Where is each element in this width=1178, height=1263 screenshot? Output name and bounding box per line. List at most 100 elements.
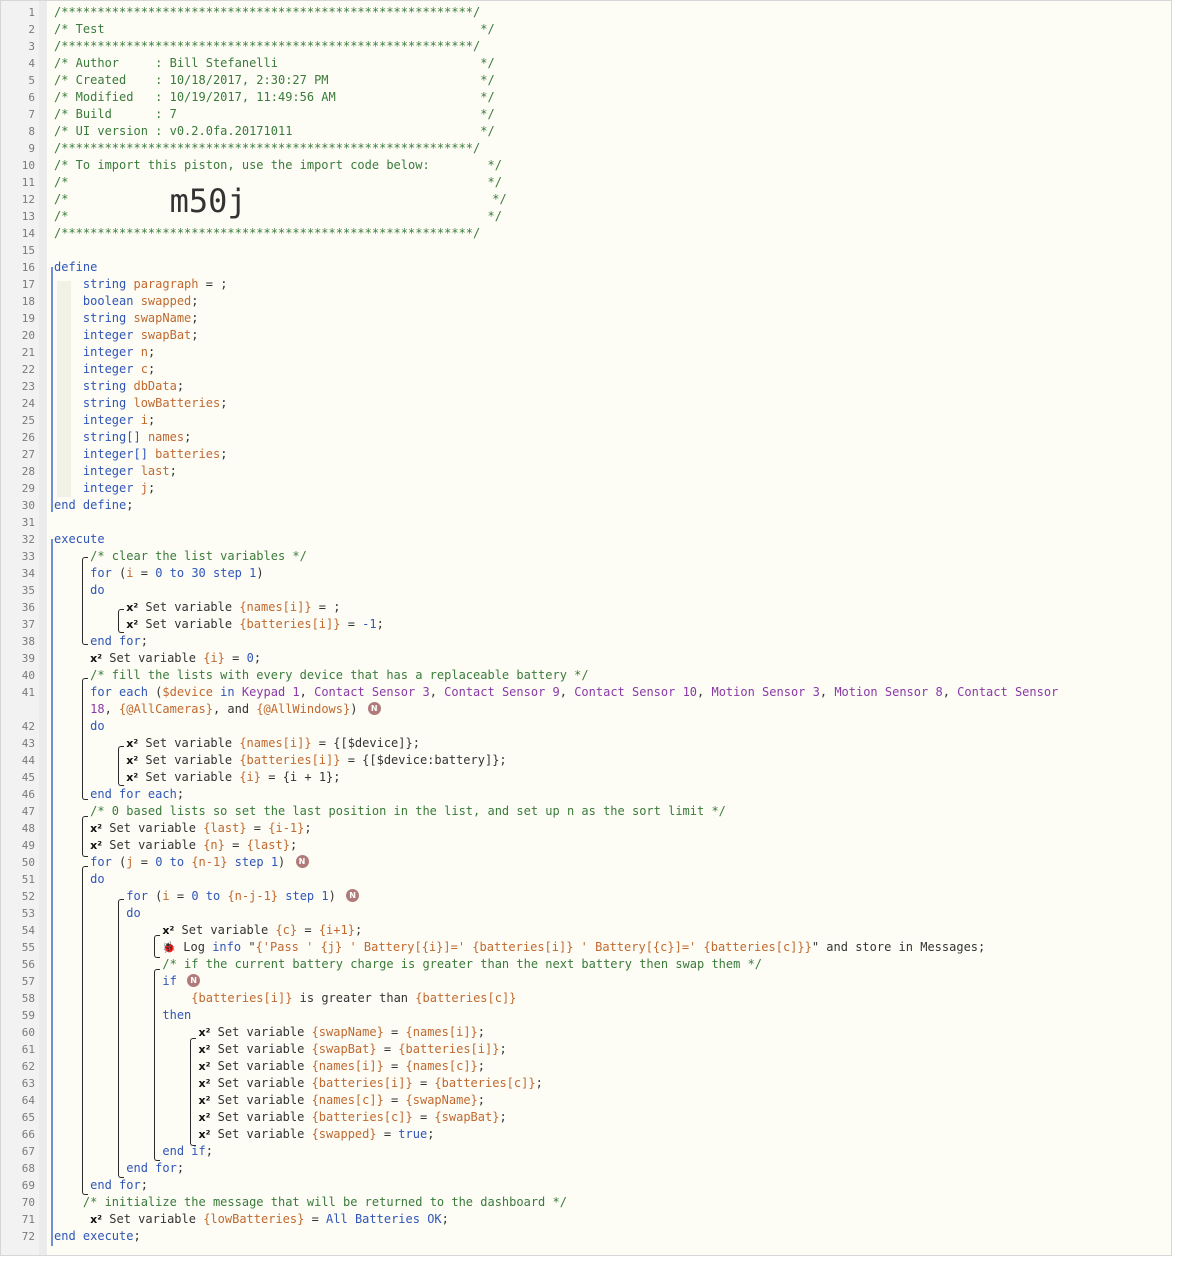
- code-line: 59 then: [1, 1007, 1171, 1024]
- code-text: if N: [54, 973, 1119, 990]
- token-plain: =: [383, 1025, 406, 1039]
- code-line: 51 do: [1, 871, 1171, 888]
- code-line: 49 x² Set variable {n} = {last};: [1, 837, 1171, 854]
- code-line: 26 string[] names;: [1, 429, 1171, 446]
- token-nested-badge[interactable]: N: [367, 702, 381, 715]
- line-number: 20: [21, 329, 35, 342]
- set-variable-icon: x²: [126, 771, 139, 784]
- code-line: 70 /* initialize the message that will b…: [1, 1194, 1171, 1211]
- token-device: Contact Sensor 10: [574, 685, 698, 699]
- set-variable-icon: x²: [198, 1060, 211, 1073]
- line-number: 61: [21, 1043, 35, 1056]
- code-text: /* Created : 10/18/2017, 2:30:27 PM */: [54, 72, 1119, 89]
- set-variable-icon: x²: [198, 1077, 211, 1090]
- token-plain: ,: [697, 685, 712, 699]
- code-text: x² Set variable {batteries[c]} = {swapBa…: [54, 1109, 1119, 1126]
- code-line: 48 x² Set variable {last} = {i-1};: [1, 820, 1171, 837]
- code-text: integer swapBat;: [54, 327, 1119, 344]
- code-line: 60 x² Set variable {swapName} = {names[i…: [1, 1024, 1171, 1041]
- token-comment: /* Created : 10/18/2017, 2:30:27 PM */: [54, 73, 495, 87]
- token-plain: ;: [133, 1229, 141, 1243]
- token-device: Motion Sensor 3: [711, 685, 820, 699]
- token-keyword: string: [82, 379, 134, 393]
- token-keyword: string: [82, 311, 134, 325]
- code-text: /* fill the lists with every device that…: [54, 667, 1119, 684]
- token-plain: ;: [147, 481, 156, 495]
- token-plain: Set variable: [138, 753, 240, 767]
- token-keyword: do: [90, 583, 105, 597]
- token-keyword: for each: [90, 685, 148, 699]
- code-text: then: [54, 1007, 1119, 1024]
- code-line: 24 string lowBatteries;: [1, 395, 1171, 412]
- token-keyword: for: [90, 855, 112, 869]
- token-plain: ;: [184, 430, 192, 444]
- token-variable: dbData: [133, 379, 177, 393]
- token-plain: ;: [477, 1025, 485, 1039]
- line-number: 53: [21, 907, 35, 920]
- line-number: 50: [21, 856, 35, 869]
- line-number: 52: [21, 890, 35, 903]
- code-text: for (i = 0 to 30 step 1): [54, 565, 1119, 582]
- token-keyword: end for: [90, 634, 141, 648]
- token-keyword: in: [212, 685, 242, 699]
- token-plain: =: [297, 923, 319, 937]
- token-plain: ;: [176, 379, 185, 393]
- code-text: end for;: [54, 1160, 1119, 1177]
- code-text: x² Set variable {swapName} = {names[i]};: [54, 1024, 1119, 1041]
- token-keyword: execute: [54, 532, 105, 546]
- token-variable: i: [126, 566, 134, 580]
- token-variable: i: [140, 413, 148, 427]
- token-plain: ;: [427, 1127, 435, 1141]
- set-variable-icon: x²: [198, 1026, 211, 1039]
- line-number: 15: [21, 244, 35, 257]
- code-line: 17 string paragraph = ;: [1, 276, 1171, 293]
- token-plain: Set variable: [138, 617, 240, 631]
- token-nested-badge[interactable]: N: [187, 974, 201, 987]
- token-plain: Set variable: [210, 1025, 312, 1039]
- code-text: integer j;: [54, 480, 1119, 497]
- token-plain: Set variable: [210, 1127, 312, 1141]
- code-line: 41 for each ($device in Keypad 1, Contac…: [1, 684, 1171, 718]
- code-line: 57 if N: [1, 973, 1171, 990]
- token-nested-badge[interactable]: N: [295, 855, 309, 868]
- code-text: do: [54, 582, 1119, 599]
- line-number: 35: [21, 584, 35, 597]
- line-number: 67: [21, 1145, 35, 1158]
- token-keyword: boolean: [82, 294, 141, 308]
- line-number: 24: [21, 397, 35, 410]
- token-keyword: step: [278, 889, 322, 903]
- line-number: 27: [21, 448, 35, 461]
- code-line: 13 /* */: [1, 208, 1171, 225]
- token-plain: ;: [205, 1144, 213, 1158]
- line-number: 51: [21, 873, 35, 886]
- set-variable-icon: x²: [90, 822, 103, 835]
- line-number: 60: [21, 1026, 35, 1039]
- line-number: 6: [28, 91, 35, 104]
- token-variable: {i}: [203, 651, 225, 665]
- token-variable: {batteries[i]}: [191, 991, 293, 1005]
- code-line: 47 /* 0 based lists so set the last posi…: [1, 803, 1171, 820]
- line-number: 43: [21, 737, 35, 750]
- line-number: 57: [21, 975, 35, 988]
- set-variable-icon: x²: [198, 1094, 211, 1107]
- code-line: 54 x² Set variable {c} = {i+1};: [1, 922, 1171, 939]
- code-lines: 1 /**************************************…: [1, 4, 1171, 1245]
- code-line: 65 x² Set variable {batteries[c]} = {swa…: [1, 1109, 1171, 1126]
- code-text: integer i;: [54, 412, 1119, 429]
- token-value: true: [398, 1127, 428, 1141]
- set-variable-icon: x²: [126, 618, 139, 631]
- token-plain: =: [169, 889, 192, 903]
- token-nested-badge[interactable]: N: [346, 889, 360, 902]
- token-plain: =: [412, 1110, 435, 1124]
